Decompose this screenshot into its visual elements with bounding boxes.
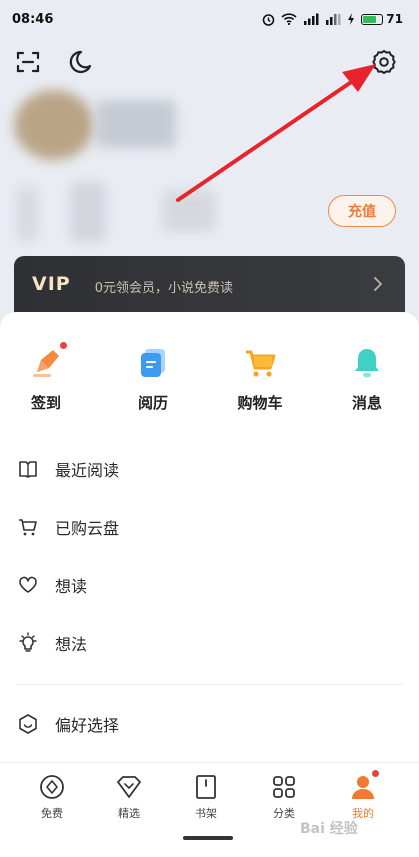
status-bar: 08:46 71: [0, 0, 419, 38]
main-card: 签到 阅历 购物车 消息 最近阅读 已购云盘 想读 想法 偏好选择: [0, 312, 419, 762]
avatar[interactable]: [14, 90, 94, 160]
diamond-icon: [117, 776, 141, 798]
quick-action-label: 购物车: [237, 394, 283, 412]
category-icon: [273, 776, 295, 798]
bulb-icon: [19, 632, 37, 652]
battery-icon: 71: [361, 12, 403, 26]
quick-actions: 签到 阅历 购物车 消息: [0, 342, 419, 426]
charging-icon: [348, 13, 355, 25]
wifi-icon: [281, 13, 297, 25]
menu-item-want-to-read[interactable]: 想读: [0, 556, 419, 614]
quick-action-label: 签到: [30, 394, 61, 412]
sign-in-icon: [33, 350, 59, 377]
bookshelf-icon: [196, 775, 216, 799]
status-icons: 71: [262, 12, 403, 26]
menu-item-label: 最近阅读: [55, 461, 120, 480]
menu-item-ideas[interactable]: 想法: [0, 614, 419, 672]
quick-action-label: 阅历: [137, 394, 168, 412]
nav-tab-bookshelf[interactable]: 书架: [176, 773, 236, 821]
hd-signal-icon: [326, 14, 341, 25]
quick-action-cart[interactable]: 购物车: [220, 346, 300, 413]
bell-icon: [355, 349, 379, 378]
menu-item-label: 想法: [55, 635, 88, 654]
nav-tab-category[interactable]: 分类: [254, 773, 314, 821]
quick-action-messages[interactable]: 消息: [327, 346, 407, 413]
nav-tab-label: 精选: [118, 807, 140, 820]
menu-item-recent-reading[interactable]: 最近阅读: [0, 440, 419, 498]
cart-icon: [246, 350, 276, 377]
vip-banner[interactable]: VIP 0元领会员，小说免费读: [14, 256, 405, 318]
nav-tab-label: 书架: [195, 807, 217, 820]
home-indicator[interactable]: [183, 836, 233, 840]
username-redacted: [96, 100, 176, 148]
free-icon: [40, 775, 64, 799]
notification-dot: [372, 770, 379, 777]
menu-item-purchased-cloud[interactable]: 已购云盘: [0, 498, 419, 556]
preference-icon: [19, 714, 37, 734]
stat-redacted: [70, 182, 106, 242]
quick-action-history[interactable]: 阅历: [113, 346, 193, 413]
nav-tab-featured[interactable]: 精选: [99, 773, 159, 821]
chevron-right-icon: [374, 277, 383, 291]
battery-level: 71: [386, 12, 403, 26]
nav-tab-profile[interactable]: 我的: [333, 770, 393, 821]
status-time: 08:46: [12, 11, 54, 27]
profile-icon: [352, 776, 374, 799]
divider: [16, 684, 403, 685]
signal-icon: [304, 13, 319, 25]
top-toolbar: [14, 48, 404, 78]
moon-icon[interactable]: [66, 48, 94, 76]
menu-item-preferences[interactable]: 偏好选择: [0, 695, 419, 753]
gear-icon[interactable]: [370, 48, 398, 76]
bottom-nav: 免费 精选 书架 分类 我的: [0, 762, 419, 857]
scan-icon[interactable]: [14, 48, 42, 76]
recharge-button[interactable]: 充值: [328, 195, 396, 227]
stat-redacted: [16, 186, 38, 242]
menu-item-label: 已购云盘: [55, 519, 120, 538]
cart-outline-icon: [19, 519, 37, 536]
history-icon: [141, 349, 165, 377]
quick-action-label: 消息: [351, 394, 382, 412]
notification-dot: [60, 342, 67, 349]
nav-tab-free[interactable]: 免费: [22, 773, 82, 821]
vip-promo-text: 0元领会员，小说免费读: [94, 281, 233, 296]
alarm-icon: [262, 13, 275, 26]
menu-list: 最近阅读 已购云盘 想读 想法 偏好选择: [0, 440, 419, 753]
book-icon: [19, 461, 37, 478]
watermark: Bai 经验: [300, 821, 358, 837]
quick-action-sign-in[interactable]: 签到: [6, 342, 86, 413]
menu-item-label: 想读: [55, 577, 88, 596]
heart-icon: [19, 576, 37, 593]
stat-redacted: [162, 190, 216, 232]
menu-item-label: 偏好选择: [55, 716, 120, 735]
nav-tab-label: 免费: [41, 807, 63, 820]
vip-label: VIP: [32, 273, 71, 295]
